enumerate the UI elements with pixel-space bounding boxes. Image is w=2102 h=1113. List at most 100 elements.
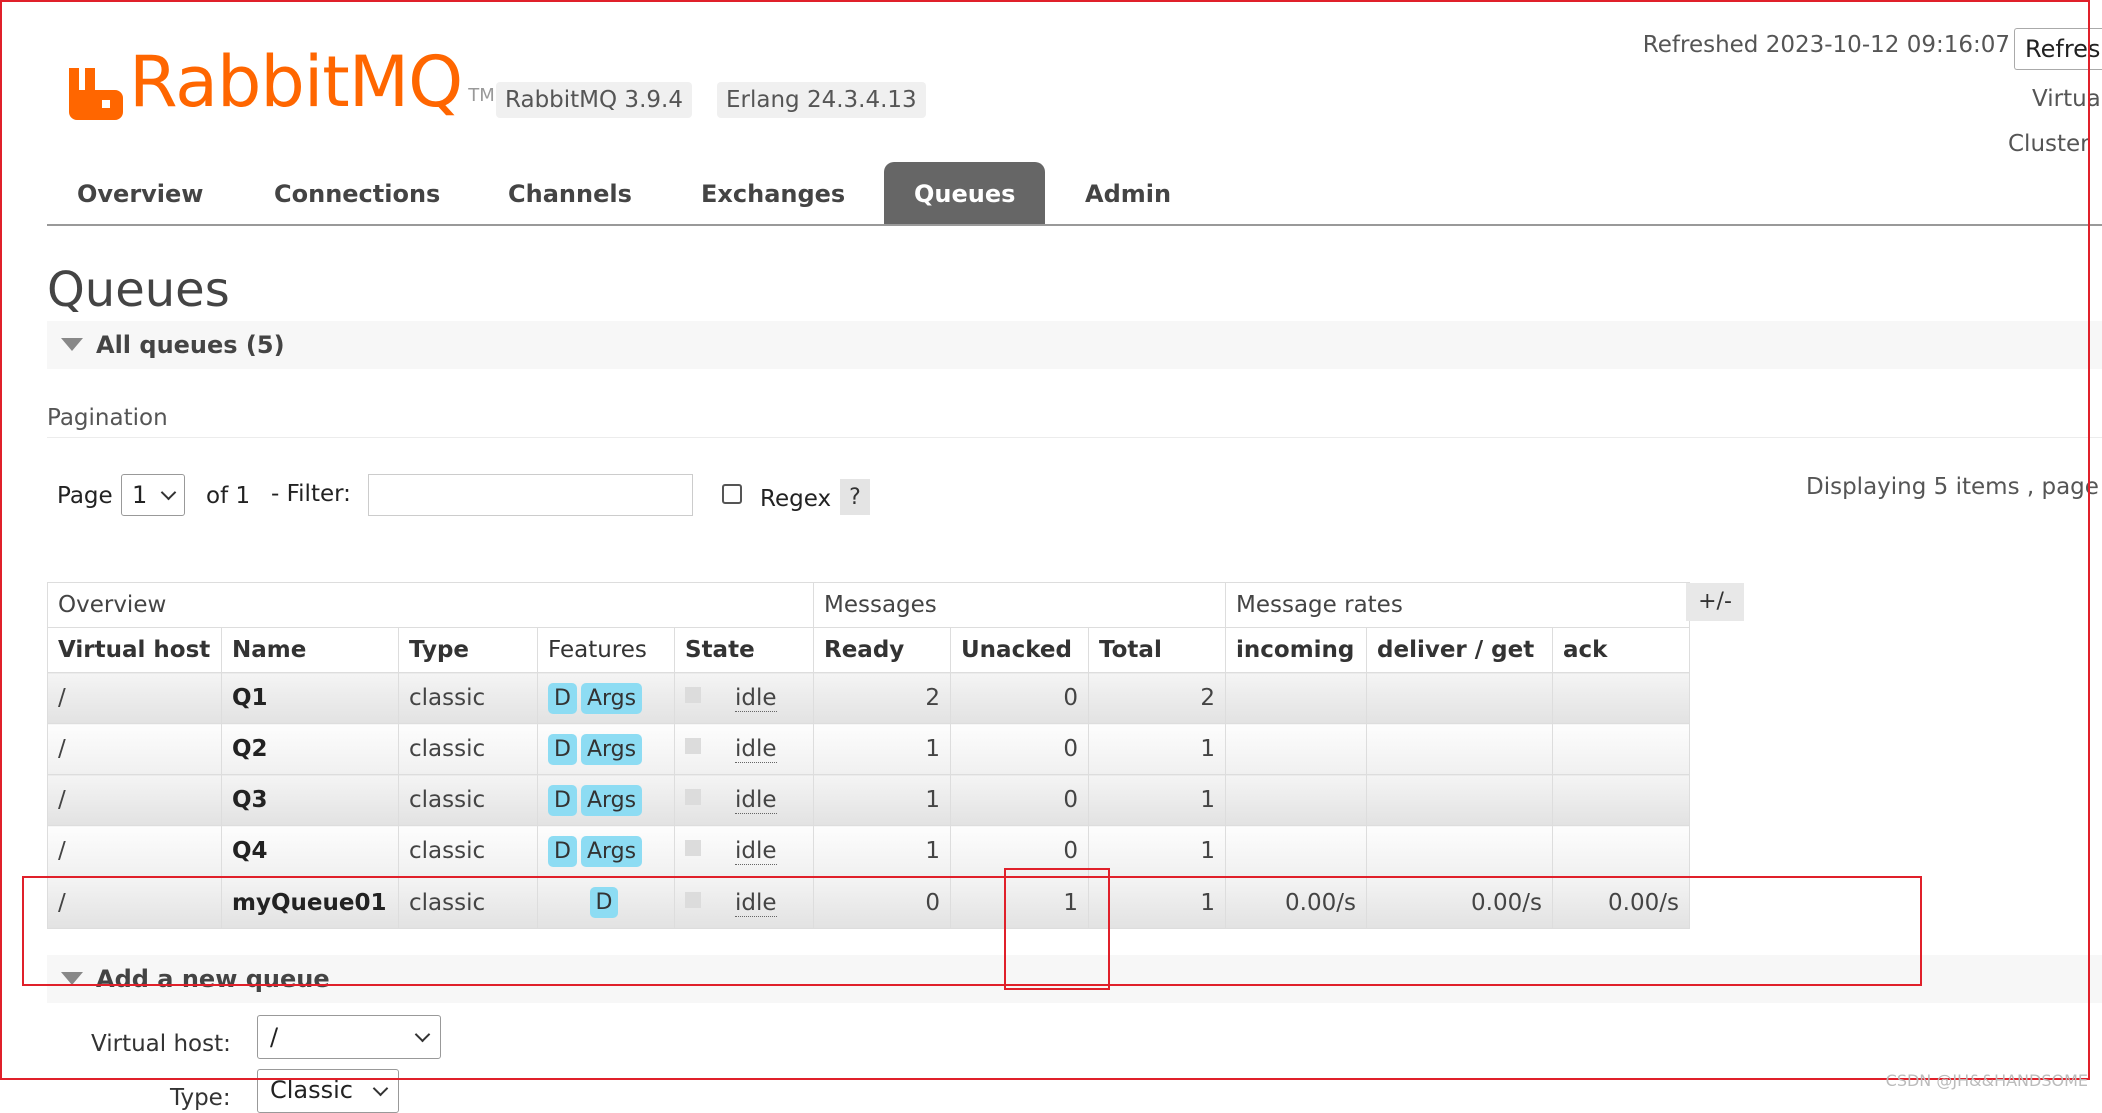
- tab-queues[interactable]: Queues: [884, 162, 1046, 224]
- cell-ready: 2: [813, 672, 951, 724]
- queue-name-link[interactable]: Q3: [221, 774, 399, 826]
- cell-incoming: [1225, 825, 1367, 877]
- cell-features: D Args: [537, 825, 675, 877]
- state-indicator-icon: [685, 789, 701, 805]
- filter-input[interactable]: [368, 474, 693, 516]
- cell-type: classic: [398, 774, 538, 826]
- cell-state: idle: [674, 672, 814, 724]
- cell-vhost: /: [47, 825, 222, 877]
- collapse-triangle-icon: [61, 972, 83, 985]
- column-header-incoming[interactable]: incoming: [1225, 627, 1367, 673]
- cell-incoming: [1225, 672, 1367, 724]
- regex-checkbox[interactable]: [722, 484, 742, 504]
- cell-vhost: /: [47, 774, 222, 826]
- cell-ack: [1552, 672, 1690, 724]
- cell-vhost: /: [47, 672, 222, 724]
- column-header-unacked[interactable]: Unacked: [950, 627, 1089, 673]
- cell-deliver-get: [1366, 672, 1553, 724]
- cell-unacked: 1: [950, 876, 1089, 929]
- cell-state: idle: [674, 876, 814, 929]
- chevron-down-icon: [372, 1080, 389, 1097]
- cell-deliver-get: [1366, 774, 1553, 826]
- cell-type: classic: [398, 876, 538, 929]
- rabbitmq-version-badge: RabbitMQ 3.9.4: [496, 82, 692, 118]
- feature-badge-args: Args: [580, 733, 643, 765]
- queues-table: Overview Messages Message rates Virtual …: [47, 582, 1690, 929]
- tab-overview[interactable]: Overview: [47, 162, 233, 224]
- cell-ack: [1552, 723, 1690, 775]
- logo-trademark: TM: [468, 85, 495, 106]
- column-header-name[interactable]: Name: [221, 627, 399, 673]
- queue-name-link[interactable]: Q1: [221, 672, 399, 724]
- main-nav: Overview Connections Channels Exchanges …: [47, 162, 2102, 226]
- column-header-ready[interactable]: Ready: [813, 627, 951, 673]
- logo-text: RabbitMQ: [129, 41, 463, 123]
- cell-features: D: [537, 876, 675, 929]
- cell-total: 2: [1088, 672, 1226, 724]
- state-text: idle: [735, 889, 777, 917]
- cell-type: classic: [398, 825, 538, 877]
- state-indicator-icon: [685, 738, 701, 754]
- queue-name-link[interactable]: myQueue01: [221, 876, 399, 929]
- add-queue-label: Add a new queue: [96, 965, 330, 993]
- feature-badge-durable: D: [548, 682, 577, 714]
- state-text: idle: [735, 685, 777, 712]
- table-row: / Q2 classic D Args idle 1 0 1: [47, 723, 1690, 775]
- column-header-virtual-host[interactable]: Virtual host: [47, 627, 222, 673]
- state-indicator-icon: [685, 840, 701, 856]
- column-header-state[interactable]: State: [674, 627, 814, 673]
- cell-ack: [1552, 825, 1690, 877]
- add-queue-section-toggle[interactable]: Add a new queue: [47, 955, 2102, 1003]
- refresh-button[interactable]: Refres: [2014, 28, 2102, 70]
- cell-total: 1: [1088, 723, 1226, 775]
- cell-features: D Args: [537, 774, 675, 826]
- cell-ack: 0.00/s: [1552, 876, 1690, 929]
- cell-total: 1: [1088, 876, 1226, 929]
- column-header-features: Features: [537, 627, 675, 673]
- rabbitmq-logo[interactable]: RabbitMQ TM: [69, 44, 495, 120]
- queue-name-link[interactable]: Q4: [221, 825, 399, 877]
- cell-deliver-get: [1366, 723, 1553, 775]
- table-row: / Q1 classic D Args idle 2 0 2: [47, 672, 1690, 724]
- column-header-deliver-get[interactable]: deliver / get: [1366, 627, 1553, 673]
- collapse-triangle-icon: [61, 338, 83, 351]
- cell-deliver-get: 0.00/s: [1366, 876, 1553, 929]
- cell-state: idle: [674, 825, 814, 877]
- type-select-value: Classic: [270, 1076, 354, 1104]
- state-text: idle: [735, 736, 777, 763]
- add-queue-vhost-label: Virtual host:: [91, 1031, 231, 1057]
- page-select-value: 1: [132, 481, 148, 509]
- all-queues-section-toggle[interactable]: All queues (5): [47, 321, 2102, 369]
- feature-badge-durable: D: [548, 835, 577, 867]
- regex-help-button[interactable]: ?: [840, 479, 870, 515]
- pagination-divider: [47, 437, 2102, 438]
- column-header-total[interactable]: Total: [1088, 627, 1226, 673]
- chevron-down-icon: [414, 1026, 431, 1043]
- tab-channels[interactable]: Channels: [478, 162, 662, 224]
- tab-exchanges[interactable]: Exchanges: [671, 162, 875, 224]
- cell-total: 1: [1088, 825, 1226, 877]
- all-queues-label: All queues (5): [96, 331, 285, 359]
- queue-name-link[interactable]: Q2: [221, 723, 399, 775]
- column-header-type[interactable]: Type: [398, 627, 538, 673]
- cluster-label: Cluster: [2008, 131, 2090, 157]
- cell-ready: 1: [813, 723, 951, 775]
- cell-unacked: 0: [950, 825, 1089, 877]
- state-indicator-icon: [685, 687, 701, 703]
- cell-state: idle: [674, 723, 814, 775]
- cell-incoming: [1225, 774, 1367, 826]
- page-select[interactable]: 1: [121, 474, 185, 516]
- add-queue-type-label: Type:: [170, 1085, 231, 1111]
- chevron-down-icon: [160, 484, 177, 501]
- add-queue-vhost-select[interactable]: /: [257, 1015, 441, 1059]
- toggle-columns-button[interactable]: +/-: [1686, 583, 1744, 621]
- cell-incoming: [1225, 723, 1367, 775]
- tab-connections[interactable]: Connections: [244, 162, 470, 224]
- cell-vhost: /: [47, 723, 222, 775]
- feature-badge-durable: D: [548, 784, 577, 816]
- tab-admin[interactable]: Admin: [1055, 162, 1201, 224]
- watermark: CSDN @JH&&HANDSOME: [1885, 1071, 2088, 1090]
- page-of-label: of 1: [206, 483, 251, 509]
- add-queue-type-select[interactable]: Classic: [257, 1069, 399, 1113]
- column-header-ack[interactable]: ack: [1552, 627, 1690, 673]
